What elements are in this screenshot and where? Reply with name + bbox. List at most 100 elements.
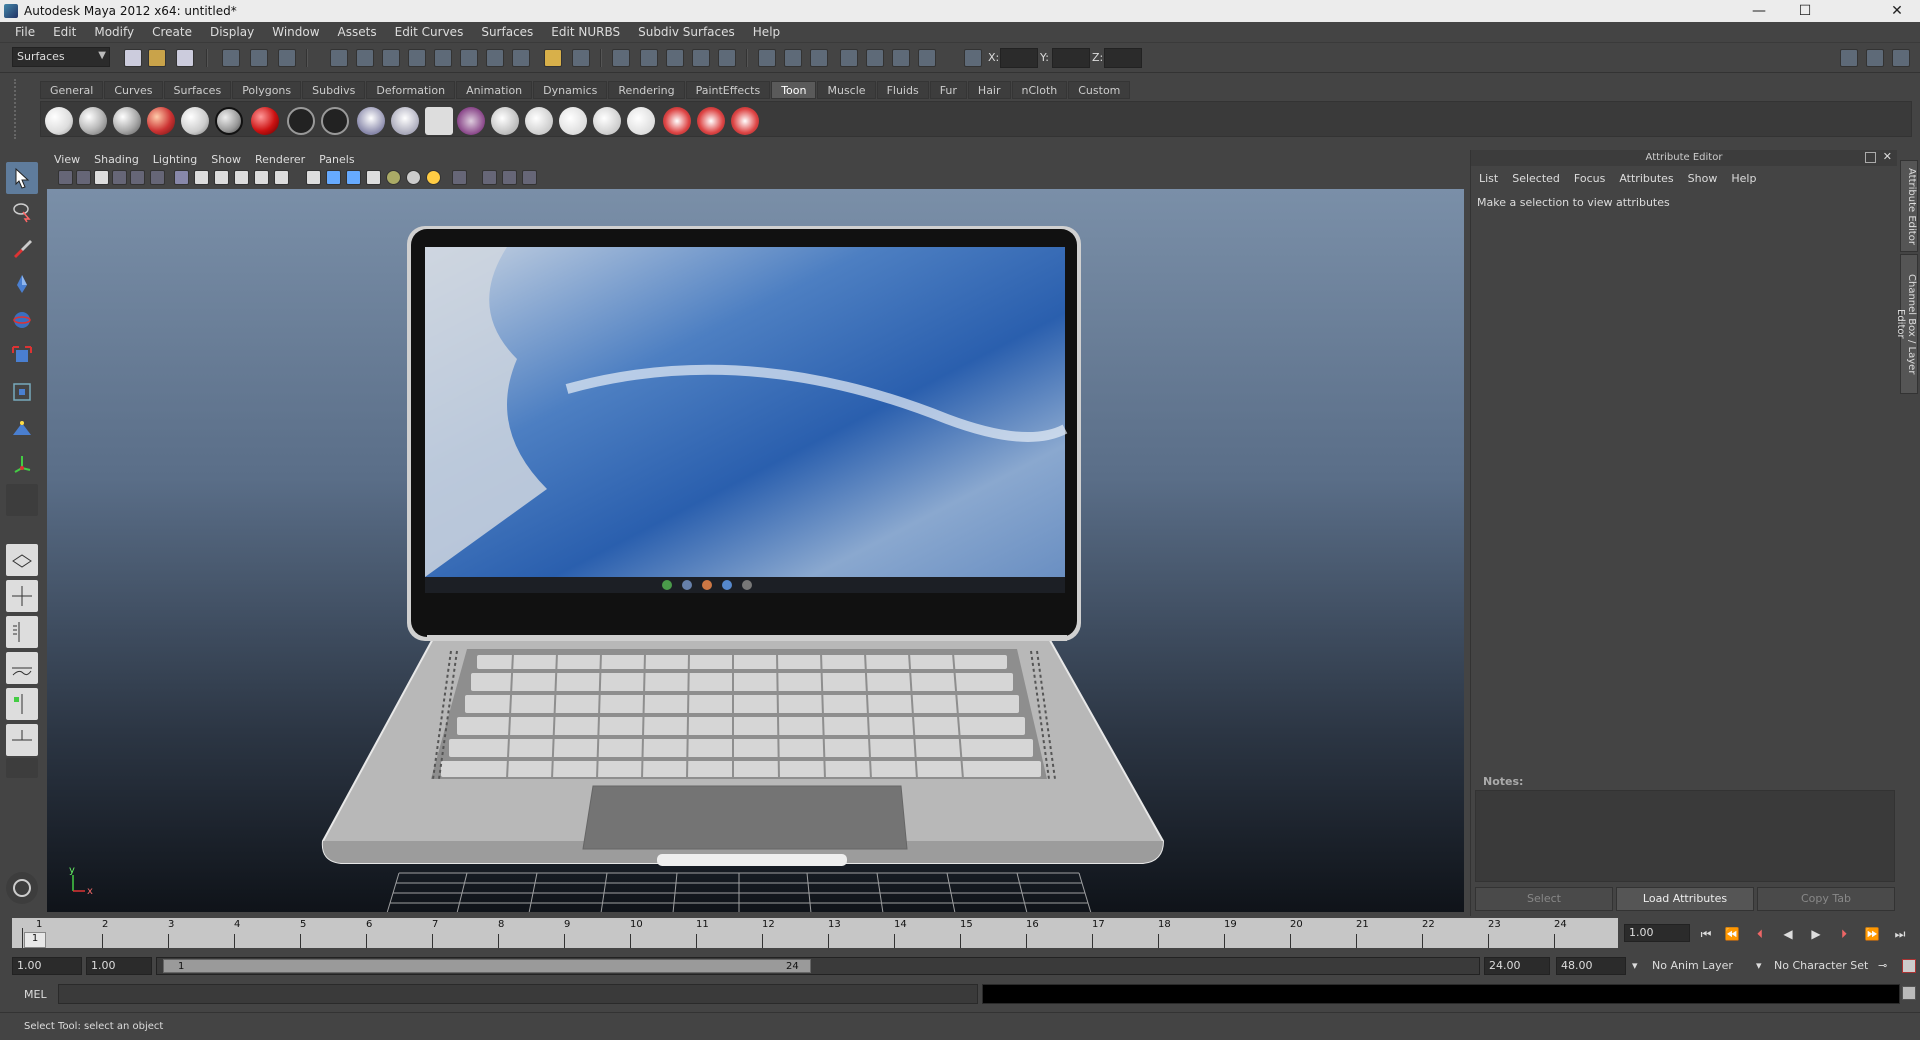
soft-modification-button[interactable] xyxy=(6,412,38,444)
x-field[interactable] xyxy=(1000,48,1038,68)
ae-menu-attributes[interactable]: Attributes xyxy=(1619,172,1673,185)
mel-label[interactable]: MEL xyxy=(24,988,47,1001)
construction-history-icon[interactable] xyxy=(810,49,828,67)
perspective-viewport[interactable]: y x xyxy=(47,189,1464,912)
panel-menu-show[interactable]: Show xyxy=(211,153,241,166)
select-misc-icon[interactable] xyxy=(512,49,530,67)
menu-edit-nurbs[interactable]: Edit NURBS xyxy=(542,25,629,39)
select-hierarchy-icon[interactable] xyxy=(222,49,240,67)
menu-create[interactable]: Create xyxy=(143,25,201,39)
anim-layer-select[interactable]: No Anim Layer xyxy=(1652,959,1733,972)
minimize-icon[interactable]: — xyxy=(1736,0,1782,22)
panel-menu-view[interactable]: View xyxy=(54,153,80,166)
toon-outline-icon[interactable] xyxy=(321,107,349,135)
rotate-tool-button[interactable] xyxy=(6,304,38,336)
toon-line-icon[interactable] xyxy=(357,107,385,135)
menu-edit-curves[interactable]: Edit Curves xyxy=(386,25,473,39)
toon-shader-icon[interactable] xyxy=(147,107,175,135)
menu-window[interactable]: Window xyxy=(263,25,328,39)
move-tool-button[interactable] xyxy=(6,268,38,300)
close-panel-icon[interactable]: ✕ xyxy=(1883,150,1892,163)
custom-layout-button[interactable] xyxy=(6,758,38,778)
toon-shader-icon[interactable] xyxy=(79,107,107,135)
single-perspective-layout-button[interactable] xyxy=(6,544,38,576)
shelf-handle[interactable] xyxy=(14,79,32,139)
snap-point-icon[interactable] xyxy=(666,49,684,67)
copy-tab-button[interactable]: Copy Tab xyxy=(1757,887,1895,911)
perspective-graph-layout-button[interactable] xyxy=(6,652,38,684)
toon-brush-icon[interactable] xyxy=(491,107,519,135)
float-panel-icon[interactable] xyxy=(1865,152,1876,163)
mel-command-input[interactable] xyxy=(58,984,978,1004)
scale-tool-button[interactable] xyxy=(6,340,38,372)
film-gate-icon[interactable] xyxy=(174,170,189,185)
menu-set-select[interactable]: Surfaces ▼ xyxy=(12,47,110,67)
shelf-tab-painteffects[interactable]: PaintEffects xyxy=(685,81,771,99)
toon-lips-icon[interactable] xyxy=(731,107,759,135)
toon-brush-icon[interactable] xyxy=(525,107,553,135)
toon-shader-icon[interactable] xyxy=(215,107,243,135)
backface-culling-icon[interactable] xyxy=(522,170,537,185)
current-time-field[interactable]: 1.00 xyxy=(1624,924,1690,942)
last-tool-used-button[interactable] xyxy=(6,484,38,516)
snap-curve-icon[interactable] xyxy=(640,49,658,67)
step-forward-frame-icon[interactable]: ⏩ xyxy=(1862,925,1882,943)
toon-brush-icon[interactable] xyxy=(593,107,621,135)
select-button[interactable]: Select xyxy=(1475,887,1613,911)
four-view-layout-button[interactable] xyxy=(6,580,38,612)
menu-display[interactable]: Display xyxy=(201,25,263,39)
menu-modify[interactable]: Modify xyxy=(85,25,143,39)
2d-pan-zoom-icon[interactable] xyxy=(130,170,145,185)
paint-select-tool-button[interactable] xyxy=(6,232,38,264)
load-attributes-button[interactable]: Load Attributes xyxy=(1616,887,1754,911)
bookmarks-icon[interactable] xyxy=(94,170,109,185)
wireframe-on-shaded-icon[interactable] xyxy=(346,170,361,185)
toon-brush-icon[interactable] xyxy=(627,107,655,135)
render-settings-icon[interactable] xyxy=(892,49,910,67)
graph-editor-layout-button[interactable] xyxy=(6,724,38,756)
character-set-select[interactable]: No Character Set xyxy=(1774,959,1868,972)
snap-view-plane-icon[interactable] xyxy=(692,49,710,67)
safe-action-icon[interactable] xyxy=(254,170,269,185)
step-forward-key-icon[interactable]: ⏵ xyxy=(1834,925,1854,943)
camera-attributes-icon[interactable] xyxy=(76,170,91,185)
universal-manipulator-button[interactable] xyxy=(6,376,38,408)
shelf-tab-animation[interactable]: Animation xyxy=(456,81,533,99)
toggle-attribute-editor-icon[interactable] xyxy=(1840,49,1858,67)
go-to-end-icon[interactable]: ⏭ xyxy=(1890,925,1910,943)
open-scene-icon[interactable] xyxy=(148,49,166,67)
range-slider-thumb[interactable]: 1 24 xyxy=(163,959,811,973)
toggle-tool-settings-icon[interactable] xyxy=(1866,49,1884,67)
toon-lips-icon[interactable] xyxy=(663,107,691,135)
toon-lips-icon[interactable] xyxy=(697,107,725,135)
chevron-down-icon[interactable]: ▾ xyxy=(1756,959,1762,972)
xray-icon[interactable] xyxy=(482,170,497,185)
ae-menu-show[interactable]: Show xyxy=(1688,172,1718,185)
smooth-shade-icon[interactable] xyxy=(326,170,341,185)
select-camera-icon[interactable] xyxy=(58,170,73,185)
ae-menu-focus[interactable]: Focus xyxy=(1574,172,1605,185)
xray-joints-icon[interactable] xyxy=(502,170,517,185)
close-icon[interactable]: ✕ xyxy=(1874,0,1920,22)
select-surfaces-icon[interactable] xyxy=(408,49,426,67)
select-handles-icon[interactable] xyxy=(330,49,348,67)
panel-menu-shading[interactable]: Shading xyxy=(94,153,139,166)
ae-menu-selected[interactable]: Selected xyxy=(1512,172,1560,185)
hotbox-toggle-button[interactable] xyxy=(6,872,38,904)
default-lighting-icon[interactable] xyxy=(386,170,401,185)
play-forwards-icon[interactable]: ▶ xyxy=(1806,925,1826,943)
notes-field[interactable] xyxy=(1475,790,1895,882)
menu-assets[interactable]: Assets xyxy=(329,25,386,39)
range-slider[interactable]: 1 24 xyxy=(156,957,1480,975)
toon-line-icon[interactable] xyxy=(391,107,419,135)
shelf-tab-general[interactable]: General xyxy=(40,81,104,99)
toon-outline-icon[interactable] xyxy=(287,107,315,135)
resolution-gate-icon[interactable] xyxy=(194,170,209,185)
save-scene-icon[interactable] xyxy=(176,49,194,67)
toon-shader-icon[interactable] xyxy=(181,107,209,135)
shelf-tab-curves[interactable]: Curves xyxy=(104,81,163,99)
field-chart-icon[interactable] xyxy=(234,170,249,185)
panel-menu-renderer[interactable]: Renderer xyxy=(255,153,305,166)
snap-grid-icon[interactable] xyxy=(612,49,630,67)
side-tab-attribute-editor[interactable]: Attribute Editor xyxy=(1900,160,1918,252)
